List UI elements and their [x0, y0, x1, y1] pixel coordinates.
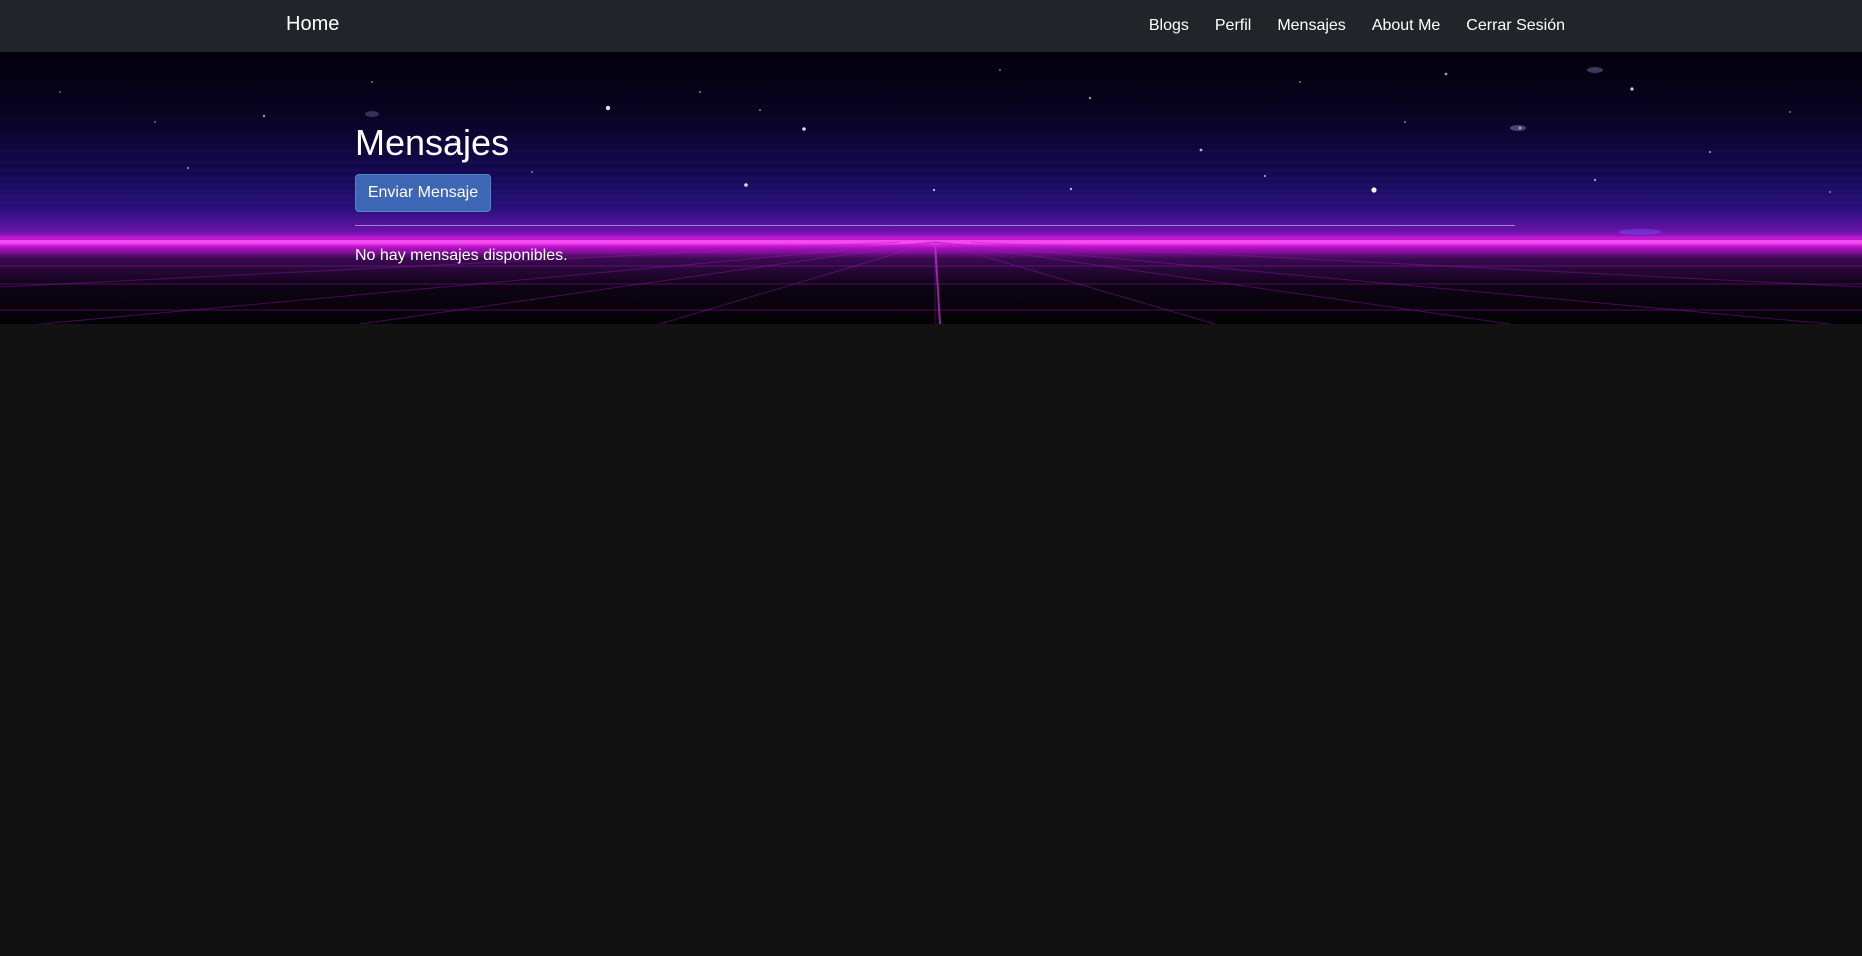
nav-links: Blogs Perfil Mensajes About Me Cerrar Se…: [1149, 0, 1565, 52]
nav-link-mensajes[interactable]: Mensajes: [1277, 16, 1345, 36]
nav-link-perfil[interactable]: Perfil: [1215, 16, 1251, 36]
messages-container: Mensajes Enviar Mensaje No hay mensajes …: [355, 52, 1515, 324]
top-navbar: Home Blogs Perfil Mensajes About Me Cerr…: [0, 0, 1862, 52]
hero-banner: Mensajes Enviar Mensaje No hay mensajes …: [0, 52, 1862, 324]
divider: [355, 225, 1515, 226]
nav-link-about-me[interactable]: About Me: [1372, 16, 1440, 36]
send-message-button[interactable]: Enviar Mensaje: [355, 174, 491, 212]
brand-home-link[interactable]: Home: [286, 12, 339, 36]
nav-link-blogs[interactable]: Blogs: [1149, 16, 1189, 36]
main-content-area: [0, 324, 1862, 956]
empty-messages-text: No hay mensajes disponibles.: [355, 247, 568, 264]
page-title: Mensajes: [355, 122, 510, 163]
nav-link-cerrar-sesion[interactable]: Cerrar Sesión: [1466, 16, 1565, 36]
